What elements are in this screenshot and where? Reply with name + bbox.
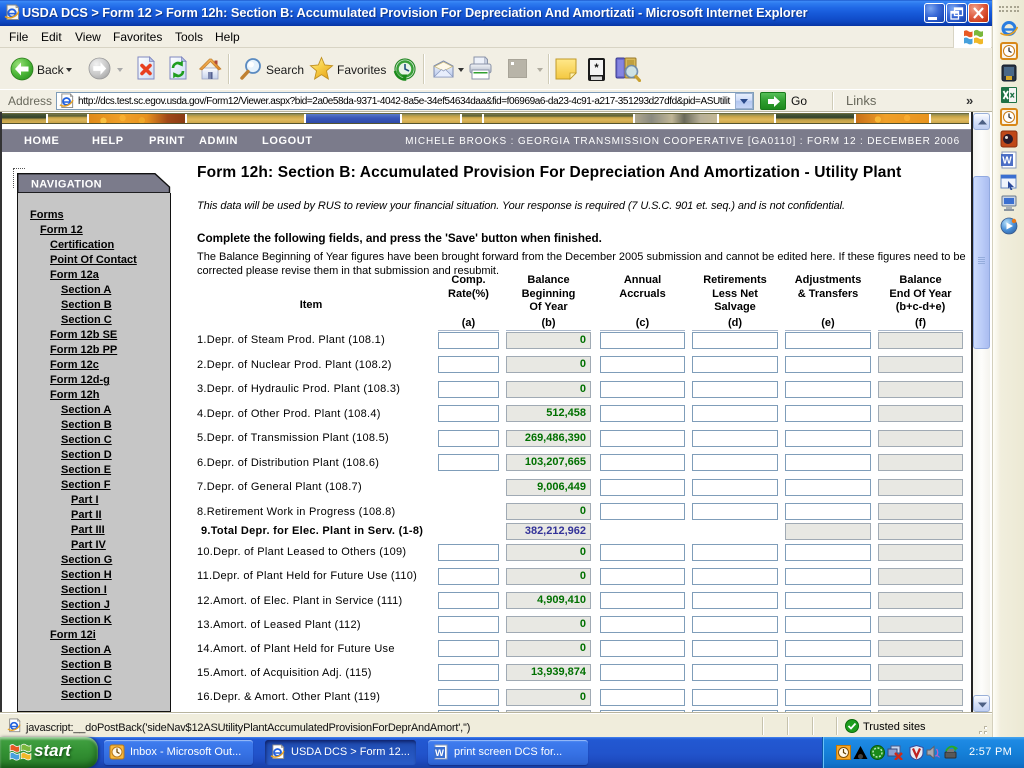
- svg-text:W: W: [435, 748, 444, 759]
- svg-text:W: W: [1002, 156, 1012, 167]
- svg-text:*: *: [594, 62, 599, 74]
